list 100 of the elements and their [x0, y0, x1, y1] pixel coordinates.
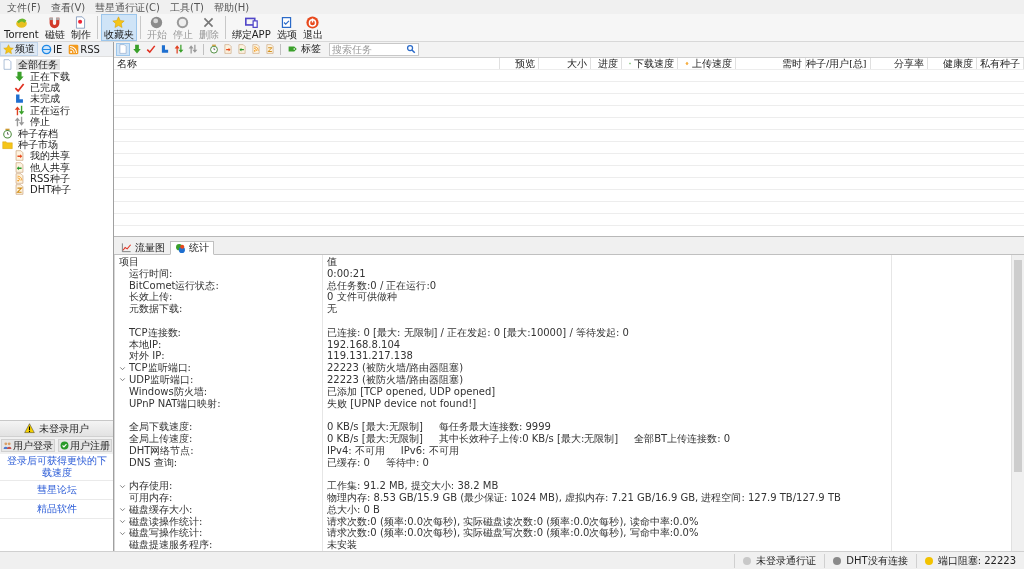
filter-button[interactable] — [263, 42, 277, 56]
menu-item[interactable]: 文件(F) — [2, 0, 46, 14]
tab[interactable]: 流量图 — [116, 241, 170, 255]
stat-label: 长效上传: — [129, 291, 173, 304]
sidebar-tab[interactable]: 频道 — [0, 42, 38, 56]
file-icon — [251, 44, 261, 55]
sidebar-tab[interactable]: RSS — [65, 42, 103, 56]
menu-item[interactable]: 帮助(H) — [208, 0, 255, 14]
tree-item[interactable]: 停止 — [28, 116, 52, 128]
column-header[interactable]: 进度 — [597, 57, 618, 69]
rss-icon — [68, 43, 80, 55]
link[interactable]: 精品软件 — [36, 502, 77, 516]
stat-value: 请求次数:0 (频率:0.0次每秒), 实际磁盘读次数:0 (频率:0.0次每秒), 读命中率:0.0% — [327, 515, 699, 527]
link[interactable]: 彗星论坛 — [36, 483, 77, 497]
chevron-icon[interactable] — [118, 517, 127, 526]
tree-item[interactable]: 正在运行 — [28, 104, 72, 116]
stat-value: 0 KB/s [最大:无限制] — [327, 433, 423, 445]
tree-item[interactable]: 种子市场 — [16, 138, 60, 150]
menu-item[interactable]: 彗星通行证(C) — [90, 0, 165, 14]
tab[interactable]: 统计 — [170, 241, 214, 256]
stat-value: 每任务最大连接数: 9999 — [438, 421, 551, 433]
sidebar-tab[interactable]: IE — [38, 42, 66, 56]
stat-label: 运行时间: — [129, 267, 173, 280]
tree-item[interactable]: DHT种子 — [28, 184, 74, 196]
arrows-icon — [14, 116, 25, 128]
filter-button[interactable] — [235, 42, 249, 56]
stat-label: 全局上传速度: — [129, 433, 193, 445]
toolbar-button[interactable]: Torrent — [1, 14, 42, 41]
column-header[interactable]: 名称 — [117, 57, 137, 69]
tree-item[interactable]: 他人共享 — [28, 161, 72, 173]
file-icon — [14, 173, 25, 185]
stat-value: 0:00:21 — [327, 267, 366, 280]
block-icon — [160, 44, 170, 55]
arrows-icon — [188, 44, 198, 55]
column-header[interactable]: 分享率 — [894, 57, 925, 69]
menu-item[interactable]: 查看(V) — [45, 0, 91, 14]
column-header[interactable]: 上传速度 — [691, 57, 732, 69]
stat-label: 本地IP: — [129, 338, 162, 350]
toolbar-button[interactable]: 磁链 — [41, 14, 68, 41]
stat-value: 22223 (被防火墙/路由器阻塞) — [327, 374, 464, 386]
tree-item[interactable]: 全部任务 — [16, 59, 60, 71]
toolbar-button[interactable]: 绑定APP — [228, 14, 274, 41]
stat-label: 磁盘写操作统计: — [129, 527, 203, 539]
toolbar-button[interactable]: 选项 — [273, 14, 300, 41]
toolbar-button[interactable]: 收藏夹 — [100, 14, 137, 41]
column-header[interactable]: 预览 — [515, 57, 536, 69]
check-icon — [14, 81, 25, 93]
stat-label: 内存使用: — [129, 480, 173, 492]
stat-value: 等待中: 0 — [385, 456, 429, 469]
stat-label: BitComet运行状态: — [129, 279, 219, 291]
stat-value: 0 文件可供做种 — [327, 291, 397, 304]
check-icon — [146, 44, 156, 55]
column-header[interactable]: 种子/用户[总] — [805, 57, 867, 69]
check-circle-icon — [60, 441, 69, 450]
column-header[interactable]: 需时 — [781, 57, 802, 69]
column-header[interactable]: 私有种子 — [980, 57, 1020, 69]
toolbar-button[interactable]: 制作 — [67, 14, 94, 41]
stat-label: UPnP NAT端口映射: — [129, 397, 221, 410]
star-icon — [3, 43, 14, 55]
warning-icon — [24, 423, 35, 434]
stat-value: 22223 (被防火墙/路由器阻塞) — [327, 362, 464, 374]
tree-item[interactable]: 种子存档 — [16, 127, 60, 139]
tag-button[interactable]: 标签 — [284, 42, 325, 56]
arrows-icon — [14, 104, 25, 116]
tree-item[interactable]: 我的共享 — [28, 150, 72, 162]
column-header[interactable]: 健康度 — [943, 57, 973, 69]
filter-button[interactable] — [221, 42, 235, 56]
stat-label: 磁盘读操作统计: — [129, 515, 203, 527]
arrows-icon — [174, 44, 184, 55]
menu-item[interactable]: 工具(T) — [165, 0, 209, 14]
search-field[interactable]: 搜索任务 — [329, 42, 419, 56]
tree-item[interactable]: RSS种子 — [28, 173, 72, 185]
folder-icon — [2, 138, 13, 150]
stat-label: 全局下载速度: — [129, 421, 193, 433]
block-icon — [14, 93, 25, 105]
scrollbar[interactable] — [1011, 255, 1024, 551]
column-header[interactable]: 下载速度 — [633, 57, 674, 69]
file-icon — [237, 44, 247, 55]
filter-button[interactable] — [207, 42, 221, 56]
tree-item[interactable]: 未完成 — [28, 93, 62, 105]
stat-label: 可用内存: — [129, 492, 173, 504]
filter-button[interactable] — [172, 42, 186, 56]
stat-label: 磁盘提速服务程序: — [129, 539, 213, 551]
stat-label: TCP监听端口: — [129, 362, 191, 374]
column-header: 值 — [326, 256, 338, 268]
toolbar-button[interactable]: 退出 — [299, 14, 326, 41]
login-button[interactable]: 用户登录 — [1, 439, 55, 452]
link[interactable]: 登录后可获得更快的下载速度 — [6, 455, 107, 479]
stat-value: 失败 [UPNP device not found!] — [327, 397, 477, 410]
column-header[interactable]: 大小 — [567, 57, 588, 69]
seed-icon — [13, 16, 29, 29]
globe-icon — [41, 43, 52, 55]
stat-value: 总任务数:0 / 正在运行:0 — [327, 279, 437, 292]
register-button[interactable]: 用户注册 — [58, 439, 112, 452]
stat-label: DHT网络节点: — [129, 444, 194, 457]
filter-button[interactable] — [186, 42, 200, 56]
tree-item[interactable]: 已完成 — [28, 81, 62, 93]
users-icon — [3, 441, 12, 450]
stat-value: 其中长效种子上传:0 KB/s [最大:无限制] — [438, 433, 619, 445]
tree-item[interactable]: 正在下载 — [28, 70, 72, 82]
